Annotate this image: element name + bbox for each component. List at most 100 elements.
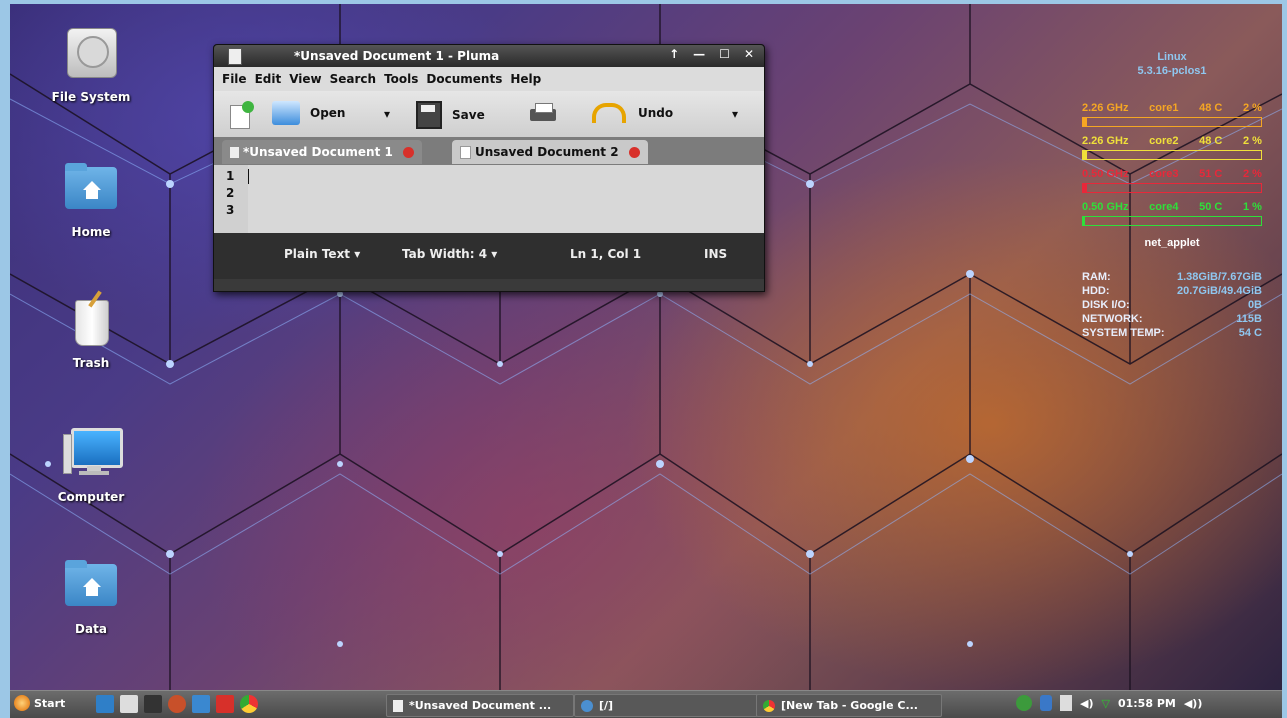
core-usage-bar xyxy=(1082,150,1262,160)
document-icon xyxy=(393,699,403,712)
status-bar: Plain Text ▾ Tab Width: 4 ▾ Ln 1, Col 1 … xyxy=(214,233,764,279)
folder-icon xyxy=(581,699,593,712)
undo-label: Undo xyxy=(638,106,674,120)
close-tab-icon[interactable] xyxy=(402,146,414,158)
maximize-button[interactable]: ☐ xyxy=(719,47,730,61)
start-button[interactable]: Start xyxy=(14,695,65,711)
cpu-core-1: 2.26 GHz core1 48 C 2 % xyxy=(1082,102,1262,127)
desktop-icon-data[interactable]: Data xyxy=(36,556,146,636)
language-selector[interactable]: Plain Text ▾ xyxy=(284,247,360,261)
menu-search[interactable]: Search xyxy=(330,72,376,86)
tab-width-selector[interactable]: Tab Width: 4 ▾ xyxy=(402,247,497,261)
menu-tools[interactable]: Tools xyxy=(384,72,418,86)
desktop-icon-label: Data xyxy=(75,622,107,636)
task-button-chrome[interactable]: [New Tab - Google C... xyxy=(756,694,942,717)
stat-label: HDD: xyxy=(1082,285,1110,297)
desktop-icon-computer[interactable]: Computer xyxy=(36,424,146,504)
open-label: Open xyxy=(310,106,346,120)
menu-help[interactable]: Help xyxy=(510,72,541,86)
cpu-core-2: 2.26 GHz core2 48 C 2 % xyxy=(1082,135,1262,160)
start-icon xyxy=(14,695,30,711)
tab-label: *Unsaved Document 1 xyxy=(243,145,393,159)
stat-label: NETWORK: xyxy=(1082,313,1143,325)
core-temp: 50 C xyxy=(1199,201,1223,213)
chrome-icon[interactable] xyxy=(240,695,258,713)
desktop-icon-label: Home xyxy=(71,225,111,239)
network-icon[interactable]: ▽ xyxy=(1102,697,1110,710)
menu-file[interactable]: File xyxy=(222,72,247,86)
desktop-icon-home[interactable]: Home xyxy=(36,159,146,239)
chrome-icon xyxy=(763,699,775,712)
tab-unsaved-document-1[interactable]: *Unsaved Document 1 xyxy=(222,140,422,164)
core-temp: 48 C xyxy=(1199,135,1223,147)
undo-button[interactable]: Undo xyxy=(592,103,673,123)
move-up-button[interactable]: ↑ xyxy=(669,47,679,61)
task-label: [/] xyxy=(599,699,614,712)
save-label: Save xyxy=(452,108,485,122)
menu-view[interactable]: View xyxy=(289,72,321,86)
pluma-app-icon xyxy=(228,48,242,65)
system-stat-row: NETWORK: 115B xyxy=(1082,312,1262,326)
trash-icon xyxy=(63,290,119,350)
core-freq: 0.50 GHz xyxy=(1082,201,1129,213)
stat-value: 54 C xyxy=(1238,327,1262,339)
close-tab-icon[interactable] xyxy=(628,146,640,158)
insert-mode: INS xyxy=(704,247,728,261)
open-folder-icon xyxy=(272,101,300,125)
package-icon[interactable] xyxy=(192,695,210,713)
text-editor-icon[interactable] xyxy=(216,695,234,713)
core-usage-bar xyxy=(1082,117,1262,127)
speaker-icon[interactable]: ◀)) xyxy=(1184,697,1203,710)
document-icon xyxy=(230,146,239,158)
data-folder-icon xyxy=(63,556,119,616)
desktop-icon-trash[interactable]: Trash xyxy=(36,290,146,370)
open-recent-dropdown-icon[interactable]: ▾ xyxy=(384,107,390,121)
open-button[interactable]: Open xyxy=(272,101,345,125)
document-icon xyxy=(460,145,471,159)
tab-unsaved-document-2[interactable]: Unsaved Document 2 xyxy=(452,140,648,164)
volume-icon[interactable]: ◀) xyxy=(1080,697,1094,710)
net-applet-label: net_applet xyxy=(1144,237,1200,249)
menu-documents[interactable]: Documents xyxy=(426,72,502,86)
core-temp: 51 C xyxy=(1199,168,1223,180)
task-button-file-manager[interactable]: [/] xyxy=(574,694,758,717)
core-name: core2 xyxy=(1149,135,1179,147)
cursor-position: Ln 1, Col 1 xyxy=(570,247,642,261)
bluetooth-icon[interactable] xyxy=(1040,695,1052,711)
document-tabs: *Unsaved Document 1 Unsaved Document 2 xyxy=(214,137,764,165)
task-label: *Unsaved Document ... xyxy=(409,699,552,712)
print-button[interactable] xyxy=(530,103,556,125)
computer-icon xyxy=(63,424,123,484)
clock[interactable]: 01:58 PM xyxy=(1118,697,1176,710)
clipboard-icon[interactable] xyxy=(1060,695,1072,711)
control-center-icon[interactable] xyxy=(96,695,114,713)
minimize-button[interactable]: — xyxy=(693,47,705,61)
new-document-button[interactable] xyxy=(230,101,254,129)
text-editor[interactable]: 1 2 3 xyxy=(214,165,764,233)
core-name: core4 xyxy=(1149,201,1179,213)
monitor-icon[interactable] xyxy=(144,695,162,713)
stat-value: 0B xyxy=(1247,299,1262,311)
stat-label: DISK I/O: xyxy=(1082,299,1130,311)
save-button[interactable]: Save xyxy=(416,101,485,129)
terminal-icon[interactable] xyxy=(120,695,138,713)
add-icon xyxy=(242,101,254,113)
taskbar: Start *Unsaved Document ... [/] [New Tab… xyxy=(10,690,1282,718)
tab-label: Unsaved Document 2 xyxy=(475,145,619,159)
start-label: Start xyxy=(34,696,66,710)
desktop-icon-filesystem[interactable]: File System xyxy=(36,24,146,104)
core-temp: 48 C xyxy=(1199,102,1223,114)
cpu-core-3: 0.50 GHz core3 51 C 2 % xyxy=(1082,168,1262,193)
window-titlebar[interactable]: *Unsaved Document 1 - Pluma ↑ — ☐ ✕ xyxy=(214,45,764,67)
synaptic-icon[interactable] xyxy=(168,695,186,713)
line-numbers: 1 2 3 xyxy=(214,165,248,233)
core-usage: 1 % xyxy=(1243,201,1262,213)
close-button[interactable]: ✕ xyxy=(744,47,754,61)
core-usage: 2 % xyxy=(1243,102,1262,114)
toolbar-overflow-dropdown-icon[interactable]: ▾ xyxy=(732,107,738,121)
task-button-pluma[interactable]: *Unsaved Document ... xyxy=(386,694,574,717)
system-tray: ◀) ▽ 01:58 PM ◀)) xyxy=(1016,695,1202,711)
menu-edit[interactable]: Edit xyxy=(255,72,282,86)
system-monitor: Linux 5.3.16-pclos1 2.26 GHz core1 48 C 2 %… xyxy=(1082,50,1262,340)
update-icon[interactable] xyxy=(1016,695,1032,711)
